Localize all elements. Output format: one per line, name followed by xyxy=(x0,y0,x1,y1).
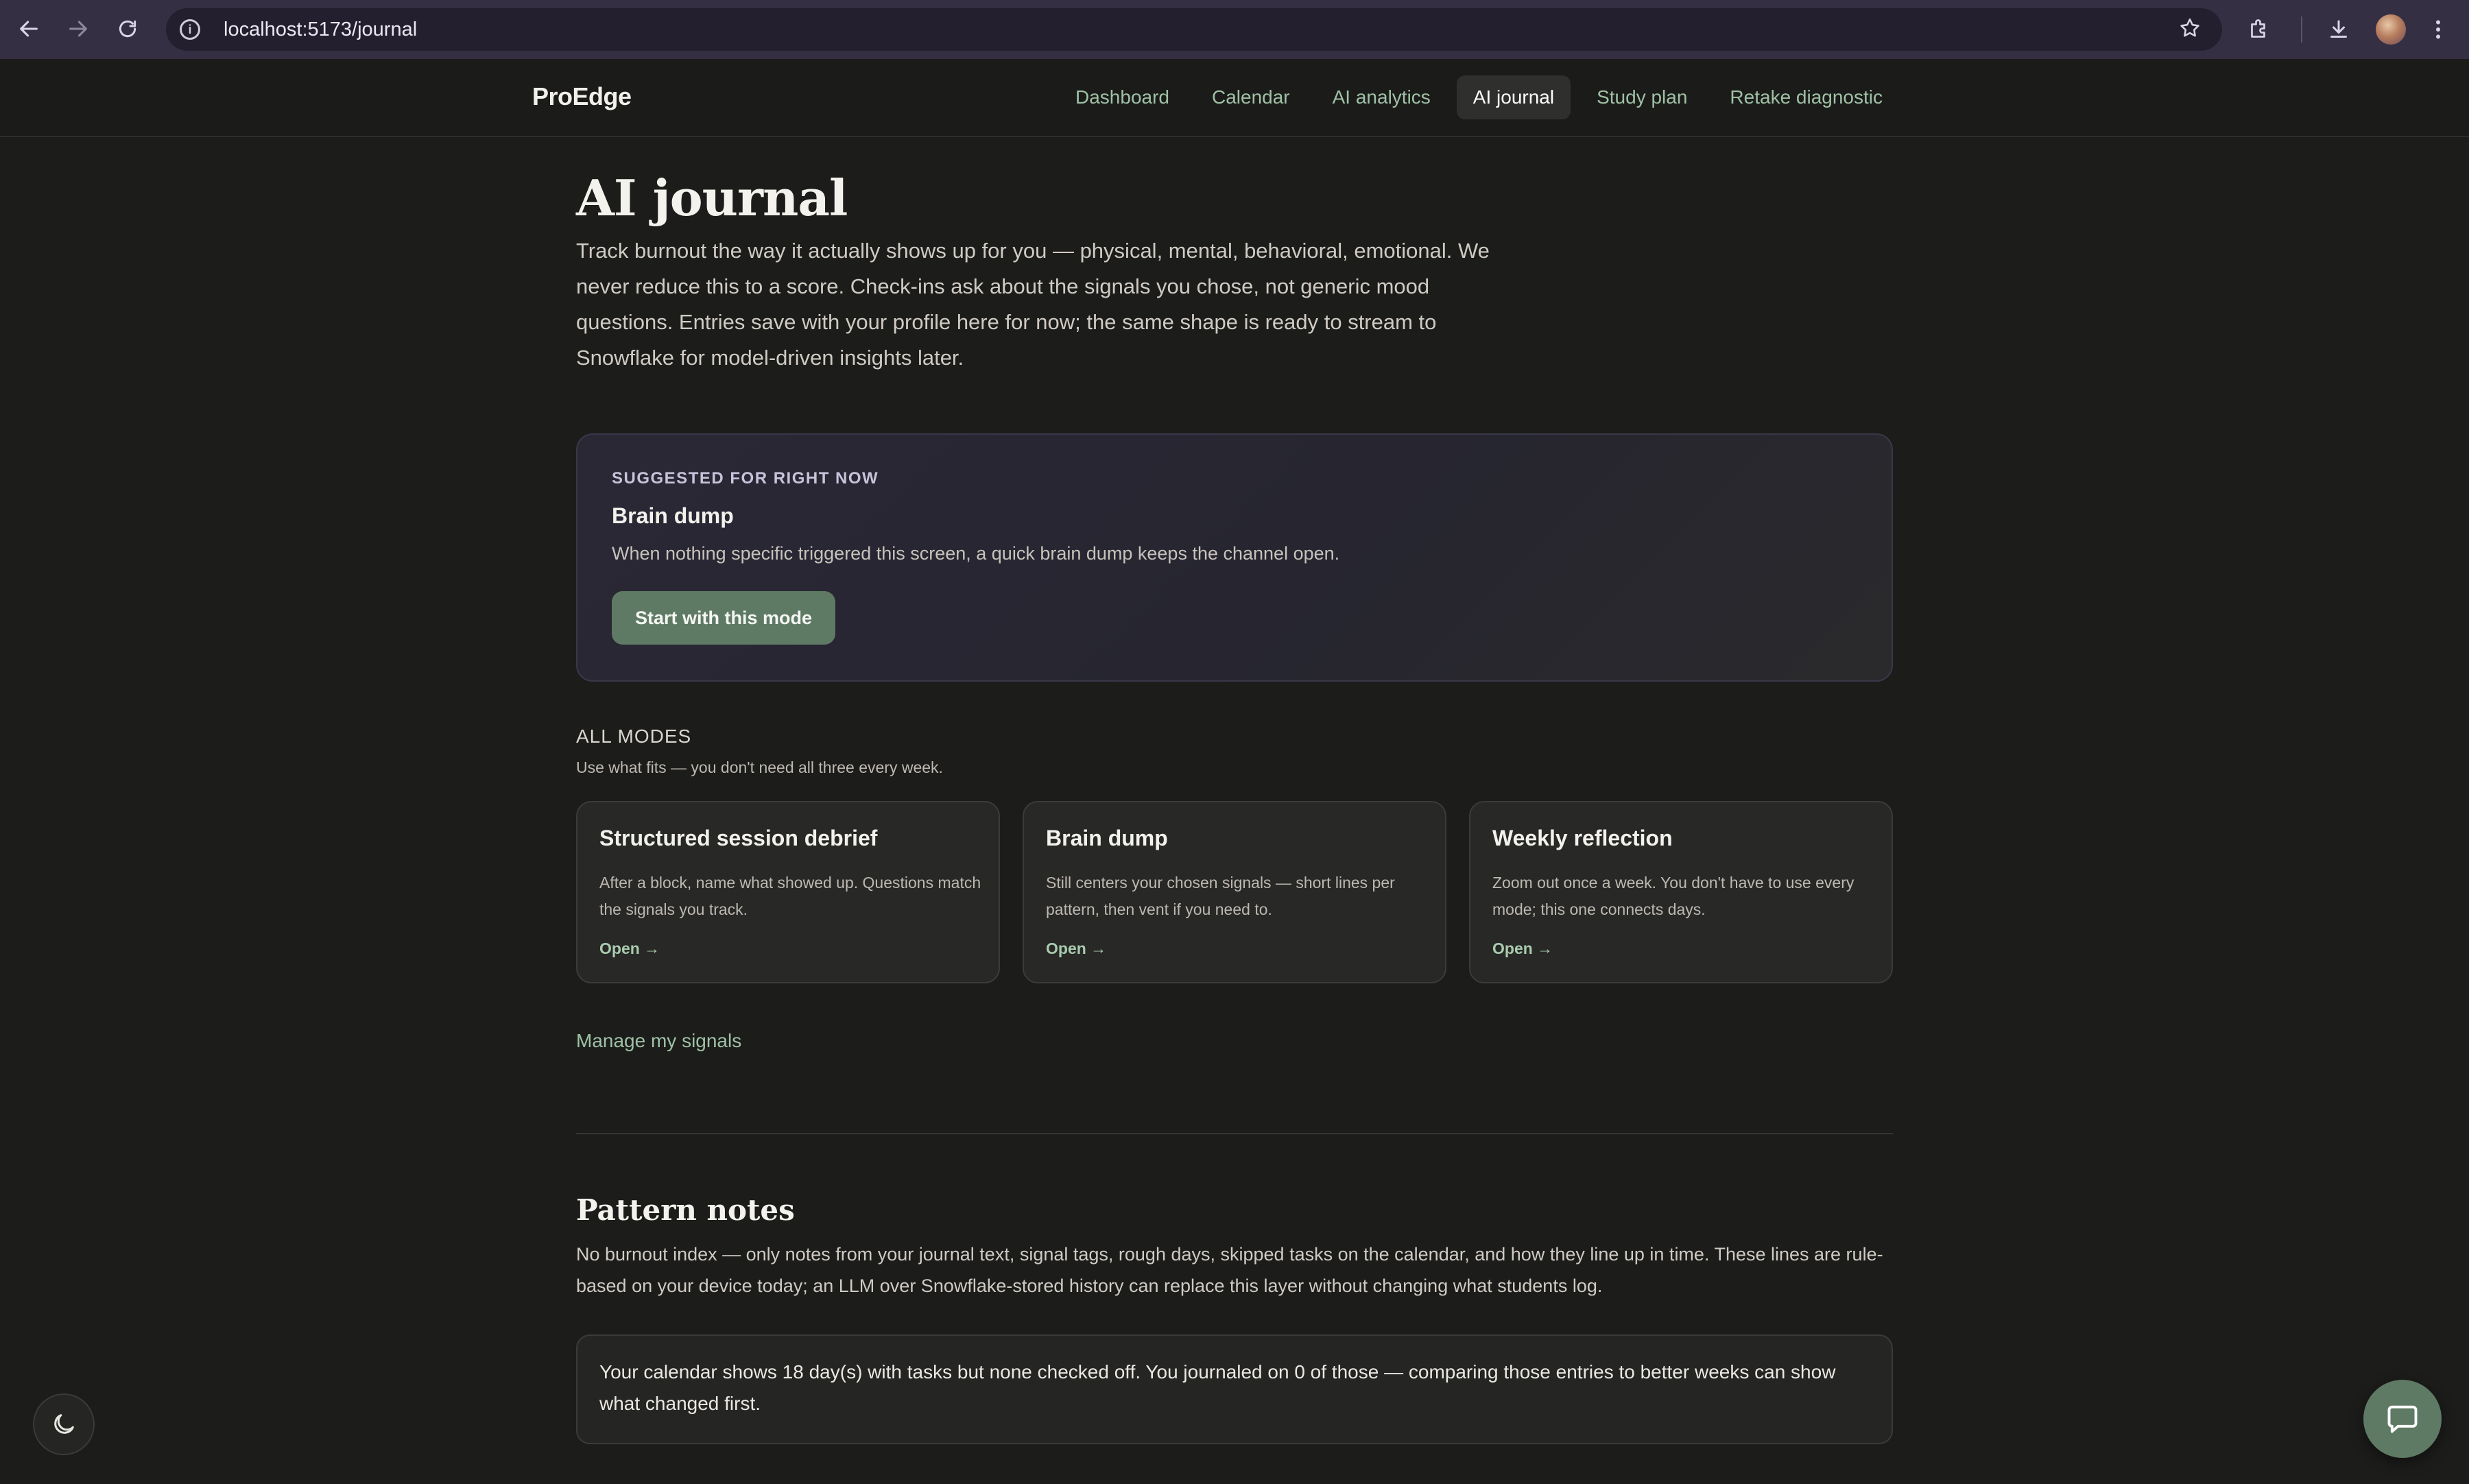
suggested-mode-card: SUGGESTED FOR RIGHT NOW Brain dump When … xyxy=(576,433,1893,682)
browser-menu-icon[interactable] xyxy=(2428,0,2448,59)
modes-heading: ALL MODES xyxy=(576,726,692,747)
manage-signals-link[interactable]: Manage my signals xyxy=(576,1030,741,1052)
mode-title: Structured session debrief xyxy=(599,826,878,850)
reload-icon[interactable] xyxy=(107,8,148,49)
nav-link-ai-analytics[interactable]: AI analytics xyxy=(1316,75,1447,119)
pattern-notes-title: Pattern notes xyxy=(576,1193,795,1227)
mode-card-weekly-reflection[interactable]: Weekly reflection Zoom out once a week. … xyxy=(1469,801,1893,983)
suggested-description: When nothing specific triggered this scr… xyxy=(612,543,1340,564)
page-intro: Track burnout the way it actually shows … xyxy=(576,239,1490,370)
nav-link-retake-diagnostic[interactable]: Retake diagnostic xyxy=(1713,75,1899,119)
bookmark-star-icon[interactable] xyxy=(2178,16,2202,46)
mode-open-link[interactable]: Open → xyxy=(1046,940,1106,958)
profile-avatar[interactable] xyxy=(2376,14,2406,45)
nav-link-study-plan[interactable]: Study plan xyxy=(1580,75,1704,119)
modes-grid: Structured session debrief After a block… xyxy=(576,801,1893,983)
pattern-note-text: Your calendar shows 18 day(s) with tasks… xyxy=(599,1361,1836,1414)
download-icon[interactable] xyxy=(2326,0,2351,59)
nav-link-ai-journal[interactable]: AI journal xyxy=(1456,75,1571,119)
chat-button[interactable] xyxy=(2363,1380,2442,1458)
nav-link-dashboard[interactable]: Dashboard xyxy=(1059,75,1186,119)
browser-toolbar: i localhost:5173/journal xyxy=(0,0,2469,59)
suggested-eyebrow: SUGGESTED FOR RIGHT NOW xyxy=(612,469,879,488)
modes-subheading: Use what fits — you don't need all three… xyxy=(576,758,943,776)
mode-title: Brain dump xyxy=(1046,826,1168,850)
mode-description: After a block, name what showed up. Ques… xyxy=(599,874,981,918)
brand-logo[interactable]: ProEdge xyxy=(532,82,632,111)
suggested-title: Brain dump xyxy=(612,503,734,528)
nav-links: Dashboard Calendar AI analytics AI journ… xyxy=(1059,75,1899,119)
mode-card-brain-dump[interactable]: Brain dump Still centers your chosen sig… xyxy=(1023,801,1446,983)
page-title: AI journal xyxy=(576,169,848,227)
pattern-note-card: Your calendar shows 18 day(s) with tasks… xyxy=(576,1335,1893,1444)
mode-description: Still centers your chosen signals — shor… xyxy=(1046,874,1395,918)
mode-card-session-debrief[interactable]: Structured session debrief After a block… xyxy=(576,801,1000,983)
moon-icon xyxy=(54,1414,74,1434)
address-bar[interactable]: i localhost:5173/journal xyxy=(166,8,2222,51)
mode-description: Zoom out once a week. You don't have to … xyxy=(1492,874,1854,918)
extensions-icon[interactable] xyxy=(2247,0,2271,59)
address-url: localhost:5173/journal xyxy=(224,18,418,40)
back-icon[interactable] xyxy=(8,8,49,49)
mode-open-link[interactable]: Open → xyxy=(599,940,660,958)
mode-open-link[interactable]: Open → xyxy=(1492,940,1553,958)
pattern-notes-description: No burnout index — only notes from your … xyxy=(576,1244,1883,1296)
mode-title: Weekly reflection xyxy=(1492,826,1673,850)
start-mode-button[interactable]: Start with this mode xyxy=(612,591,835,645)
nav-link-calendar[interactable]: Calendar xyxy=(1195,75,1307,119)
site-info-icon[interactable]: i xyxy=(180,19,200,40)
section-divider xyxy=(576,1133,1893,1134)
toolbar-divider xyxy=(2301,16,2302,43)
chat-bubble-icon xyxy=(2387,1405,2418,1433)
app-navigation: ProEdge Dashboard Calendar AI analytics … xyxy=(0,59,2469,137)
forward-icon[interactable] xyxy=(58,8,99,49)
theme-toggle-button[interactable] xyxy=(33,1393,95,1455)
